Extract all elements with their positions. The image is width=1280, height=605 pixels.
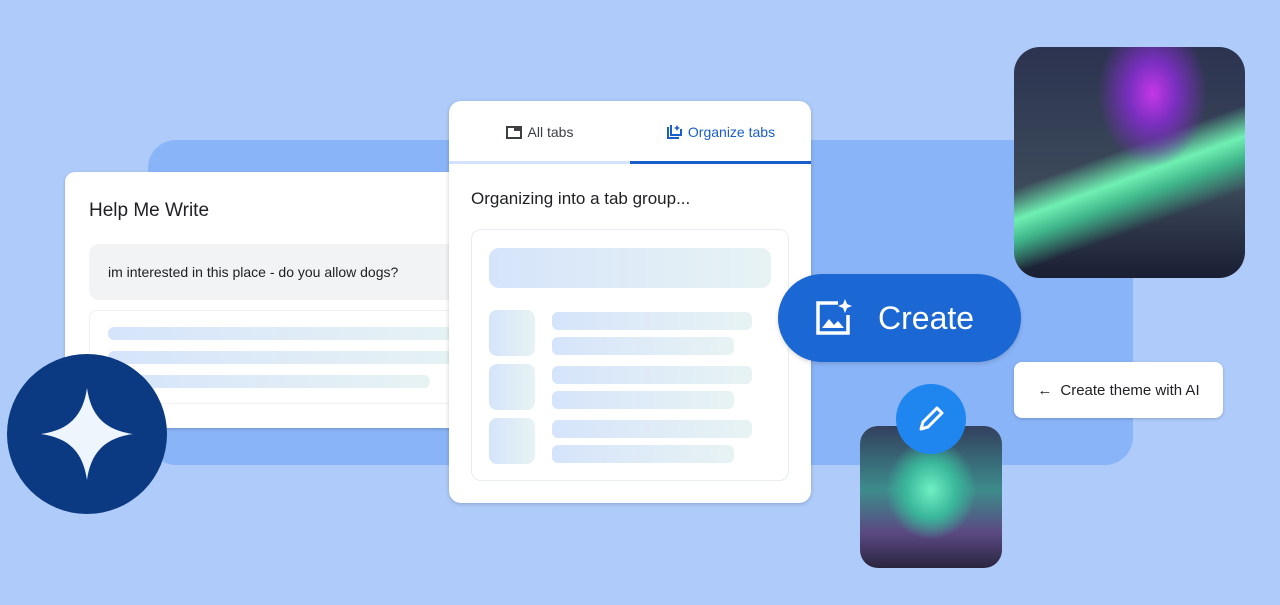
active-tab-indicator — [630, 161, 811, 164]
theme-label: Create theme with AI — [1060, 381, 1200, 399]
edit-button[interactable] — [896, 384, 966, 454]
tab-organize-tabs[interactable]: Organize tabs — [630, 101, 811, 163]
tab-group-skeleton — [471, 229, 789, 481]
tab-organizer-card: All tabs Organize tabs Organizing into a… — [449, 101, 811, 503]
tab-label: All tabs — [527, 124, 574, 140]
tab-label: Organize tabs — [687, 124, 776, 140]
skeleton-line — [108, 375, 430, 388]
organize-tabs-icon — [666, 125, 682, 139]
arrow-left-icon: ← — [1037, 381, 1053, 399]
skeleton-thumb — [489, 310, 535, 356]
sparkle-icon — [41, 388, 133, 480]
create-theme-button[interactable]: ← Create theme with AI — [1014, 362, 1223, 418]
skeleton-line — [552, 391, 734, 409]
sparkle-badge — [7, 354, 167, 514]
skeleton-line — [552, 366, 752, 384]
pencil-icon — [919, 406, 944, 431]
image-sparkle-icon — [816, 299, 852, 335]
skeleton-line — [108, 351, 478, 364]
skeleton-line — [552, 420, 752, 438]
aurora-image — [1014, 47, 1245, 278]
skeleton-line — [552, 337, 734, 355]
create-label: Create — [878, 299, 975, 336]
skeleton-line — [552, 312, 752, 330]
skeleton-thumb — [489, 364, 535, 410]
prompt-input[interactable]: im interested in this place - do you all… — [89, 244, 489, 300]
skeleton-header — [489, 248, 771, 288]
skeleton-thumb — [489, 418, 535, 464]
help-me-write-title: Help Me Write — [89, 200, 210, 221]
tab-icon — [505, 125, 522, 139]
skeleton-line — [108, 327, 478, 340]
create-button[interactable]: Create — [778, 274, 1021, 362]
skeleton-line — [552, 445, 734, 463]
status-text: Organizing into a tab group... — [471, 189, 691, 208]
tab-all-tabs[interactable]: All tabs — [449, 101, 630, 163]
